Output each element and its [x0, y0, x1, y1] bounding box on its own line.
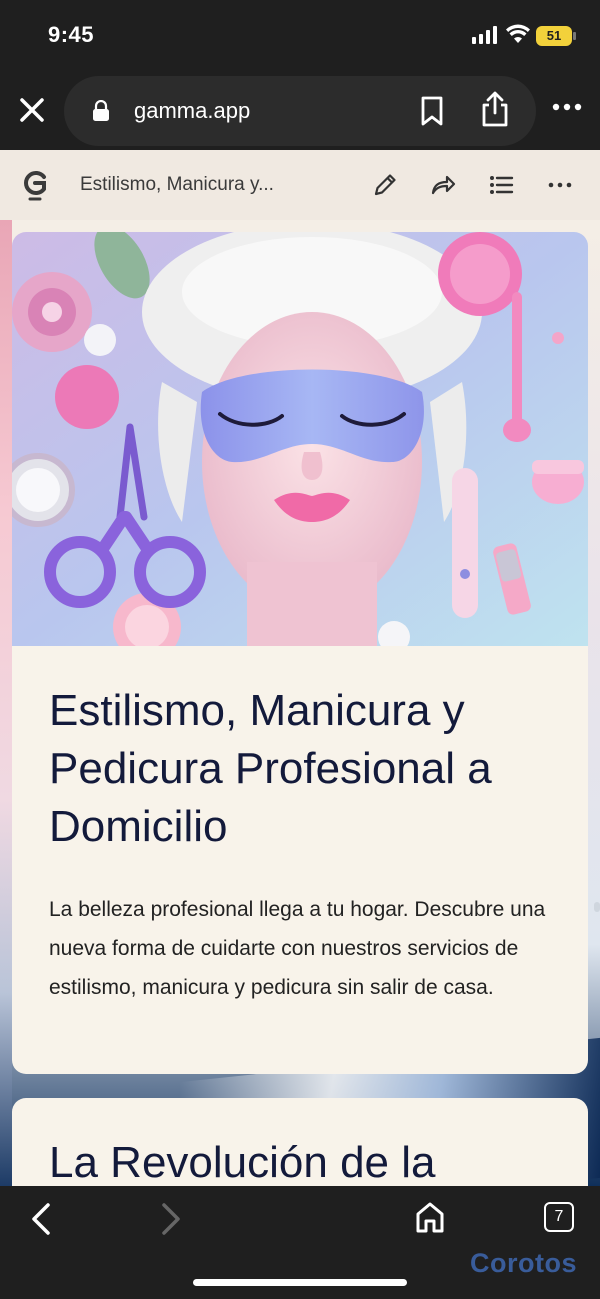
hero-card: Estilismo, Manicura y Pedicura Profesion…: [12, 232, 588, 1074]
page-content: Estilismo, Manicura y Pedicura Profesion…: [0, 220, 600, 1186]
forward-arrow-icon[interactable]: [158, 1202, 184, 1236]
home-indicator[interactable]: [193, 1279, 407, 1286]
outline-list-icon[interactable]: [488, 172, 514, 198]
background-decoration: [0, 220, 12, 1186]
lock-icon: [93, 100, 109, 121]
more-options-icon[interactable]: [552, 102, 582, 112]
watermark-logo: Corotos: [470, 1248, 577, 1278]
cellular-signal-icon: [472, 26, 497, 44]
section-card: La Revolución de la: [12, 1098, 588, 1186]
browser-address-row: gamma.app: [0, 72, 600, 150]
bookmark-icon[interactable]: [420, 96, 444, 126]
page-title: Estilismo, Manicura y Pedicura Profesion…: [49, 686, 492, 851]
battery-icon: 51: [536, 26, 576, 46]
share-icon[interactable]: [480, 90, 510, 128]
close-icon[interactable]: [16, 94, 48, 126]
gamma-logo-icon[interactable]: [20, 168, 50, 202]
doc-title[interactable]: Estilismo, Manicura y...: [80, 174, 274, 196]
scroll-indicator[interactable]: [594, 902, 600, 912]
back-arrow-icon[interactable]: [28, 1202, 54, 1236]
tab-count-button[interactable]: 7: [544, 1202, 574, 1232]
hero-image: [12, 232, 588, 646]
section-heading: La Revolución de la: [49, 1138, 436, 1186]
share-arrow-icon[interactable]: [430, 172, 456, 198]
url-text[interactable]: gamma.app: [134, 98, 250, 124]
gamma-toolbar: Estilismo, Manicura y...: [0, 150, 600, 220]
more-menu-icon[interactable]: [547, 172, 573, 198]
edit-pencil-icon[interactable]: [372, 172, 398, 198]
face-mask-illustration: [12, 232, 588, 646]
wifi-icon: [506, 24, 530, 43]
intro-paragraph: La belleza profesional llega a tu hogar.…: [49, 898, 546, 999]
browser-bottom-bar: 7 Corotos: [0, 1186, 600, 1299]
status-bar: 9:45 51: [0, 0, 600, 72]
status-time: 9:45: [48, 22, 95, 47]
home-icon[interactable]: [414, 1200, 446, 1234]
